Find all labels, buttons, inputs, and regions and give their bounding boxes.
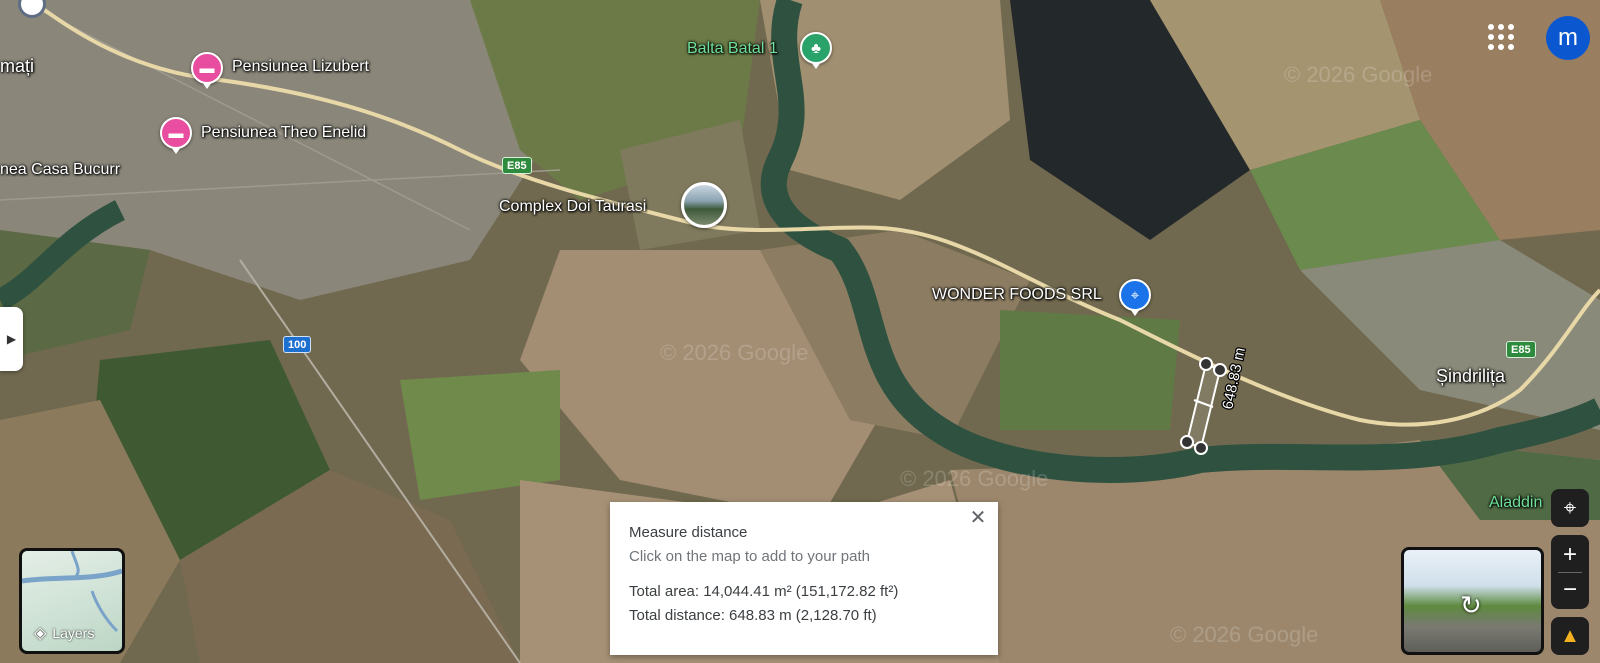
road-shield-e85: E85 — [1506, 341, 1536, 358]
map-watermark: © 2026 Google — [1170, 622, 1319, 647]
total-distance: Total distance: 648.83 m (2,128.70 ft) — [629, 607, 877, 624]
place-label-village[interactable]: Șindrilița — [1436, 366, 1505, 387]
close-icon[interactable]: ✕ — [968, 508, 988, 528]
zoom-in-button[interactable]: + — [1563, 538, 1577, 572]
side-panel-toggle[interactable]: ▶ — [0, 307, 23, 371]
place-label-town[interactable]: mați — [0, 56, 34, 77]
place-label-complex[interactable]: Complex Doi Taurasi — [499, 198, 646, 216]
hotel-icon[interactable]: ▬ — [191, 52, 223, 89]
street-view-thumbnail[interactable]: ↻ — [1401, 547, 1544, 655]
place-label-hotel[interactable]: nea Casa Bucurr — [0, 161, 120, 179]
layers-label: Layers — [52, 625, 95, 641]
map-watermark: © 2026 Google — [1284, 62, 1433, 87]
map-watermark: © 2026 Google — [660, 340, 809, 365]
shopping-cart-icon[interactable]: ⌖ — [1119, 279, 1151, 316]
place-photo-pin[interactable] — [681, 182, 727, 228]
place-label-shop[interactable]: WONDER FOODS SRL — [932, 286, 1102, 304]
park-icon[interactable]: ♣ — [800, 32, 832, 69]
place-label-aladdin[interactable]: Aladdin — [1489, 494, 1542, 512]
crosshair-icon: ⌖ — [1563, 495, 1577, 520]
hotel-icon[interactable]: ▬ — [160, 117, 192, 154]
layers-icon: ◈ — [34, 625, 47, 642]
road-shield-e85: E85 — [502, 157, 532, 174]
measure-distance-card: ✕ Measure distance Click on the map to a… — [610, 502, 998, 655]
account-avatar[interactable]: m — [1546, 16, 1590, 60]
pegman-button[interactable]: ▲ — [1551, 617, 1589, 655]
zoom-controls: + − — [1551, 535, 1589, 609]
my-location-button[interactable]: ⌖ — [1551, 489, 1589, 527]
place-label-hotel[interactable]: Pensiunea Theo Enelid — [201, 124, 366, 142]
chevron-right-icon: ▶ — [6, 332, 17, 346]
place-label-hotel[interactable]: Pensiunea Lizubert — [232, 58, 369, 76]
map-watermark: © 2026 Google — [900, 466, 1049, 491]
layers-button[interactable]: ◈ Layers — [19, 548, 125, 654]
place-label-lake[interactable]: Balta Batal 1 — [687, 40, 778, 58]
road-shield-100: 100 — [283, 336, 312, 353]
google-apps-icon[interactable] — [1486, 22, 1516, 52]
measure-hint: Click on the map to add to your path — [629, 548, 870, 565]
total-area: Total area: 14,044.41 m² (151,172.82 ft²… — [629, 583, 899, 600]
zoom-out-button[interactable]: − — [1563, 573, 1577, 607]
rotate-icon: ↻ — [1460, 590, 1482, 620]
measure-title: Measure distance — [629, 524, 748, 541]
pegman-icon: ▲ — [1560, 624, 1580, 647]
